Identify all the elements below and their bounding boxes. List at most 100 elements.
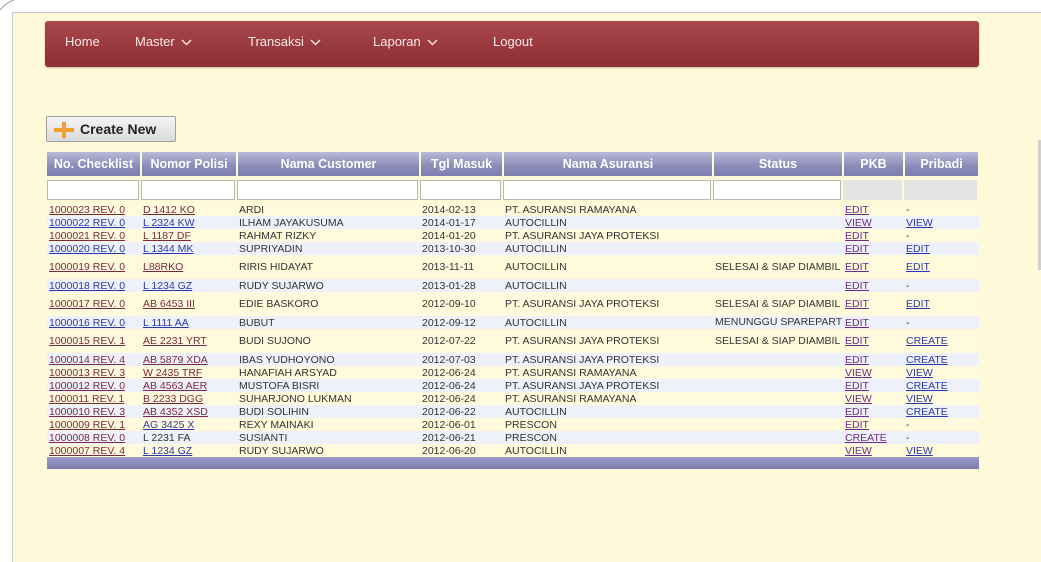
pkb-edit-link[interactable]: EDIT xyxy=(845,243,869,255)
asuransi-name: AUTOCILLIN xyxy=(505,261,567,273)
pkb-edit-link[interactable]: EDIT xyxy=(845,354,869,366)
table-row: 1000008 REV. 0 L 2231 FA SUSIANTI 2012-06-2… xyxy=(47,431,979,444)
pkb-create-link[interactable]: CREATE xyxy=(845,432,887,444)
polisi-link[interactable]: AG 3425 X xyxy=(143,419,194,431)
polisi-link[interactable]: AB 6453 III xyxy=(143,298,195,310)
pribadi-view-link[interactable]: VIEW xyxy=(906,217,933,229)
column-header[interactable]: No. Checklist xyxy=(47,152,142,176)
checklist-link[interactable]: 1000008 REV. 0 xyxy=(49,432,125,444)
pkb-edit-link[interactable]: EDIT xyxy=(845,335,869,347)
pkb-edit-link[interactable]: EDIT xyxy=(845,317,869,329)
pribadi-edit-link[interactable]: EDIT xyxy=(906,243,930,255)
polisi-link[interactable]: L 1111 AA xyxy=(143,317,189,329)
column-header[interactable]: PKB xyxy=(843,152,905,176)
filter-checklist-input[interactable] xyxy=(47,179,139,200)
pkb-view-link[interactable]: VIEW xyxy=(845,393,872,405)
nav-item-transaksi[interactable]: Transaksi xyxy=(248,21,321,67)
pribadi-view-link[interactable]: VIEW xyxy=(906,445,933,457)
column-header[interactable]: Pribadi xyxy=(904,152,980,176)
table-row: 1000022 REV. 0 L 2324 KW ILHAM JAYAKUSUMA 2… xyxy=(47,216,979,229)
pribadi-view-link[interactable]: VIEW xyxy=(906,393,933,405)
asuransi-name: AUTOCILLIN xyxy=(505,242,567,255)
polisi-link[interactable]: L 1234 GZ xyxy=(143,280,192,292)
checklist-link[interactable]: 1000021 REV. 0 xyxy=(49,230,125,242)
filter-asuransi-input[interactable] xyxy=(503,179,711,200)
pkb-edit-link[interactable]: EDIT xyxy=(845,261,869,273)
nav-item-logout[interactable]: Logout xyxy=(493,21,533,67)
polisi-link[interactable]: L 1344 MK xyxy=(143,243,193,255)
pribadi-create-link[interactable]: CREATE xyxy=(906,380,948,392)
tgl-masuk: 2012-06-01 xyxy=(422,418,476,431)
pribadi-edit-link[interactable]: EDIT xyxy=(906,298,930,310)
polisi-link[interactable]: L88RKO xyxy=(143,261,183,273)
nav-item-master[interactable]: Master xyxy=(135,21,192,67)
polisi-link[interactable]: L 2324 KW xyxy=(143,217,195,229)
filter-tgl-input[interactable] xyxy=(420,179,501,200)
checklist-link[interactable]: 1000007 REV. 4 xyxy=(49,445,125,457)
asuransi-name: PRESCON xyxy=(505,418,557,431)
pribadi-none: - xyxy=(906,418,910,431)
asuransi-name: PT. ASURANSI JAYA PROTEKSI xyxy=(505,379,660,392)
pkb-view-link[interactable]: VIEW xyxy=(845,445,872,457)
status-text: MENUNGGU SPAREPART xyxy=(715,316,843,328)
column-header[interactable]: Tgl Masuk xyxy=(420,152,504,176)
column-header[interactable]: Status xyxy=(713,152,844,176)
polisi-link[interactable]: B 2233 DGG xyxy=(143,393,203,405)
pkb-edit-link[interactable]: EDIT xyxy=(845,230,869,242)
pkb-edit-link[interactable]: EDIT xyxy=(845,406,869,418)
filter-customer-input[interactable] xyxy=(237,179,418,200)
polisi-link[interactable]: W 2435 TRF xyxy=(143,367,202,379)
polisi-link[interactable]: L 1234 GZ xyxy=(143,445,192,457)
column-header[interactable]: Nomor Polisi xyxy=(141,152,238,176)
checklist-link[interactable]: 1000015 REV. 1 xyxy=(49,335,125,347)
pkb-view-link[interactable]: VIEW xyxy=(845,367,872,379)
checklist-link[interactable]: 1000018 REV. 0 xyxy=(49,280,125,292)
column-header[interactable]: Nama Asuransi xyxy=(503,152,714,176)
pribadi-create-link[interactable]: CREATE xyxy=(906,335,948,347)
pkb-edit-link[interactable]: EDIT xyxy=(845,380,869,392)
table-body: 1000023 REV. 0 D 1412 KO ARDI 2014-02-13 PT.… xyxy=(47,203,979,457)
checklist-link[interactable]: 1000013 REV. 3 xyxy=(49,367,125,379)
polisi-link[interactable]: AE 2231 YRT xyxy=(143,335,207,347)
filter-polisi-input[interactable] xyxy=(141,179,235,200)
polisi-link[interactable]: AB 4563 AER xyxy=(143,380,207,392)
pkb-edit-link[interactable]: EDIT xyxy=(845,419,869,431)
polisi-link[interactable]: L 1187 DF xyxy=(143,230,191,242)
checklist-link[interactable]: 1000022 REV. 0 xyxy=(49,217,125,229)
column-header[interactable]: Nama Customer xyxy=(237,152,421,176)
checklist-link[interactable]: 1000010 REV. 3 xyxy=(49,406,125,418)
create-new-button[interactable]: Create New xyxy=(46,116,176,142)
pkb-edit-link[interactable]: EDIT xyxy=(845,298,869,310)
polisi-link[interactable]: AB 4352 XSD xyxy=(143,406,208,418)
checklist-link[interactable]: 1000016 REV. 0 xyxy=(49,317,125,329)
customer-name: MUSTOFA BISRI xyxy=(239,379,320,392)
table-row: 1000007 REV. 4 L 1234 GZ RUDY SUJARWO 2012-… xyxy=(47,444,979,457)
checklist-link[interactable]: 1000020 REV. 0 xyxy=(49,243,125,255)
nav-item-home[interactable]: Home xyxy=(65,21,100,67)
tgl-masuk: 2012-06-24 xyxy=(422,392,476,405)
pribadi-view-link[interactable]: VIEW xyxy=(906,367,933,379)
pribadi-create-link[interactable]: CREATE xyxy=(906,406,948,418)
checklist-link[interactable]: 1000017 REV. 0 xyxy=(49,298,125,310)
checklist-link[interactable]: 1000023 REV. 0 xyxy=(49,204,125,216)
checklist-link[interactable]: 1000012 REV. 0 xyxy=(49,380,125,392)
pribadi-create-link[interactable]: CREATE xyxy=(906,354,948,366)
pkb-view-link[interactable]: VIEW xyxy=(845,217,872,229)
table-row: 1000015 REV. 1 AE 2231 YRT BUDI SUJONO 2012… xyxy=(47,329,979,353)
polisi-link[interactable]: D 1412 KO xyxy=(143,204,195,216)
nav-item-laporan[interactable]: Laporan xyxy=(373,21,438,67)
nav-item-label: Home xyxy=(65,34,100,49)
checklist-link[interactable]: 1000009 REV. 1 xyxy=(49,419,125,431)
checklist-link[interactable]: 1000019 REV. 0 xyxy=(49,261,125,273)
pribadi-edit-link[interactable]: EDIT xyxy=(906,261,930,273)
polisi-link[interactable]: AB 5879 XDA xyxy=(143,354,208,366)
pkb-edit-link[interactable]: EDIT xyxy=(845,280,869,292)
pribadi-none: - xyxy=(906,229,910,242)
filter-status-input[interactable] xyxy=(713,179,841,200)
checklist-link[interactable]: 1000011 REV. 1 xyxy=(49,393,124,405)
asuransi-name: PT. ASURANSI JAYA PROTEKSI xyxy=(505,298,660,310)
checklist-link[interactable]: 1000014 REV. 4 xyxy=(49,354,125,366)
pribadi-none: - xyxy=(906,431,910,444)
pribadi-none: - xyxy=(906,203,910,216)
pkb-edit-link[interactable]: EDIT xyxy=(845,204,869,216)
